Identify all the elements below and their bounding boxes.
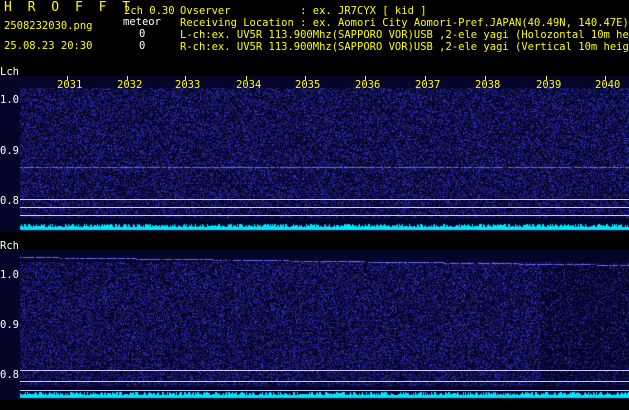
lch-time-tick-mark — [365, 76, 366, 80]
rch-reference-line — [20, 390, 629, 391]
rch-ytick-2: 0.9 — [0, 319, 19, 331]
lch-time-tick: 2040 — [595, 79, 621, 91]
lch-time-tick-mark — [305, 76, 306, 80]
lch-config-line: L-ch:ex. UV5R 113.900Mhz(SAPPORO VOR)USB… — [180, 29, 629, 41]
rch-reference-line — [20, 370, 629, 371]
timestamp: 25.08.23 20:30 — [4, 40, 93, 52]
lch-reference-line — [20, 215, 629, 216]
app-logo: H R O F F T — [4, 0, 135, 15]
location-line: Receiving Location : ex. Aomori City Aom… — [180, 17, 629, 29]
lch-time-tick-mark — [127, 76, 128, 80]
lch-time-tick: 2034 — [236, 79, 262, 91]
lch-ytick-3: 0.8 — [0, 195, 19, 207]
lch-ytick-2: 0.9 — [0, 145, 19, 157]
lch-time-tick-mark — [485, 76, 486, 80]
meteor-label: meteor — [123, 16, 161, 28]
rch-config-line: R-ch:ex. UV5R 113.900Mhz(SAPPORO VOR)USB… — [180, 41, 629, 53]
lch-time-tick-mark — [546, 76, 547, 80]
rch-spectrogram: 1.0 0.9 0.8 — [0, 250, 629, 400]
meteor-count-lch: 0 — [139, 28, 146, 40]
rch-noise-canvas — [0, 250, 629, 400]
lch-spectrogram: 2031 2032 2033 2034 2035 2036 2037 2038 2039 2040… — [0, 76, 629, 232]
lch-time-tick-mark — [425, 76, 426, 80]
lch-time-tick: 2032 — [117, 79, 143, 91]
lch-time-tick: 2037 — [415, 79, 441, 91]
lch-time-tick-mark — [246, 76, 247, 80]
lch-reference-line — [20, 207, 629, 208]
file-name: 2508232030.png — [4, 20, 93, 32]
rch-reference-line — [20, 381, 629, 382]
lch-time-tick-mark — [605, 76, 606, 80]
lch-time-tick: 2039 — [536, 79, 562, 91]
lch-ytick-1: 1.0 — [0, 94, 19, 106]
lch-time-tick: 2038 — [475, 79, 501, 91]
lch-time-tick: 2035 — [295, 79, 321, 91]
lch-time-tick-mark — [185, 76, 186, 80]
lch-noise-canvas — [0, 76, 629, 232]
meteor-count-rch: 0 — [139, 40, 146, 52]
rch-ytick-1: 1.0 — [0, 269, 19, 281]
rch-ytick-3: 0.8 — [0, 369, 19, 381]
lch-time-tick: 2031 — [57, 79, 83, 91]
lch-time-tick-mark — [67, 76, 68, 80]
lch-time-tick: 2036 — [355, 79, 381, 91]
observer-line: Ovserver : ex. JR7CYX [ kid ] — [180, 5, 427, 17]
lch-reference-line — [20, 199, 629, 200]
lch-time-tick: 2033 — [175, 79, 201, 91]
